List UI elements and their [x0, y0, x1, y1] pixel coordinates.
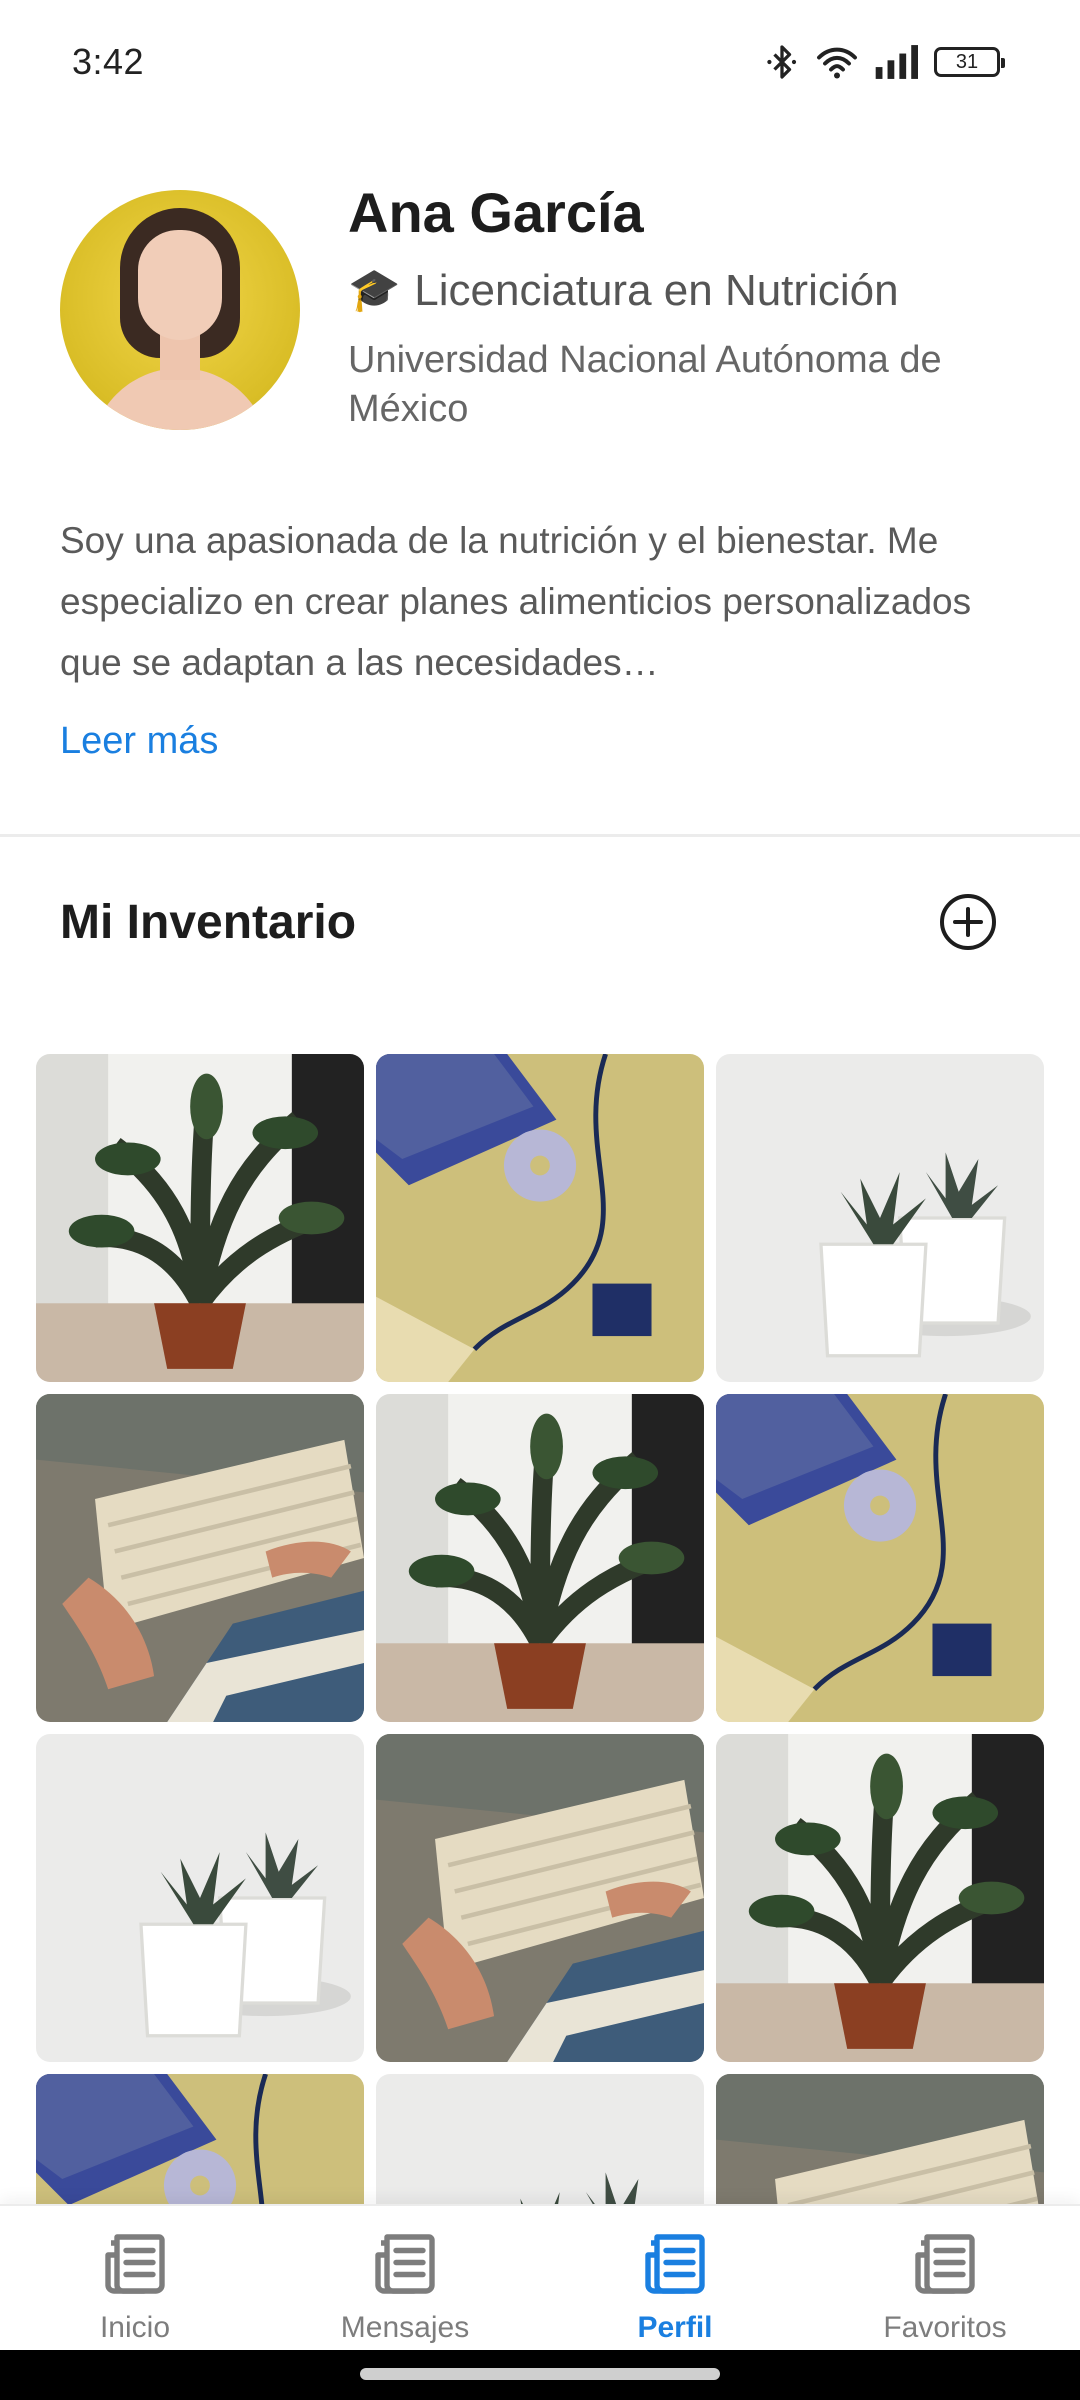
profile-name: Ana García [348, 181, 644, 244]
nav-label: Inicio [99, 2311, 171, 2344]
inventory-item-plant[interactable] [716, 1734, 1044, 2062]
profile-info: Ana García 🎓 Licenciatura en Nutrición U… [348, 182, 1028, 434]
profile-university: Universidad Nacional Autónoma de México [348, 338, 942, 430]
inventory-item-keyboard[interactable] [36, 1394, 364, 1722]
battery-level: 31 [955, 50, 979, 73]
home-indicator[interactable] [360, 2368, 720, 2380]
newspaper-icon [369, 2228, 441, 2305]
inventory-item-desk[interactable] [36, 2074, 364, 2204]
nav-mensajes[interactable]: Mensajes [270, 2206, 540, 2350]
inventory-item-succulents[interactable] [716, 1054, 1044, 1382]
nav-inicio[interactable]: Inicio [0, 2206, 270, 2350]
inventory-item-keyboard[interactable] [376, 1734, 704, 2062]
profile-bio: Soy una apasionada de la nutrición y el … [60, 520, 972, 683]
inventory-item-keyboard[interactable] [716, 2074, 1044, 2204]
inventory-item-plant[interactable] [376, 1394, 704, 1722]
nav-label: Mensajes [340, 2311, 470, 2344]
newspaper-icon [639, 2228, 711, 2305]
signal-icon [874, 45, 918, 79]
status-time: 3:42 [72, 41, 145, 82]
profile-header: Ana García 🎓 Licenciatura en Nutrición U… [60, 182, 1020, 434]
bottom-navigation: Inicio Mensajes Perfil Favoritos [0, 2204, 1080, 2350]
inventory-item-desk[interactable] [376, 1054, 704, 1382]
read-more-link[interactable]: Leer más [60, 720, 218, 763]
profile-degree: 🎓 Licenciatura en Nutrición [348, 266, 1028, 316]
inventory-item-desk[interactable] [716, 1394, 1044, 1722]
inventory-grid [36, 1054, 1044, 2204]
bluetooth-icon [764, 44, 800, 80]
inventory-item-succulents[interactable] [376, 2074, 704, 2204]
battery-icon: 31 [934, 47, 1005, 77]
nav-favoritos[interactable]: Favoritos [810, 2206, 1080, 2350]
inventory-item-succulents[interactable] [36, 1734, 364, 2062]
newspaper-icon [99, 2228, 171, 2305]
status-bar: 3:42 31 [0, 0, 1080, 124]
add-circle-icon[interactable] [936, 890, 1000, 954]
nav-label: Perfil [637, 2311, 713, 2344]
inventory-title: Mi Inventario [60, 895, 357, 949]
section-divider [0, 834, 1080, 837]
graduation-cap-icon: 🎓 [348, 266, 401, 314]
status-icons: 31 [764, 44, 1005, 80]
avatar[interactable] [60, 190, 300, 430]
nav-label: Favoritos [883, 2311, 1007, 2344]
inventory-header: Mi Inventario [60, 890, 1000, 954]
newspaper-icon [909, 2228, 981, 2305]
wifi-icon [816, 44, 858, 80]
degree-label: Licenciatura en Nutrición [414, 265, 899, 315]
inventory-item-plant[interactable] [36, 1054, 364, 1382]
nav-perfil[interactable]: Perfil [540, 2206, 810, 2350]
